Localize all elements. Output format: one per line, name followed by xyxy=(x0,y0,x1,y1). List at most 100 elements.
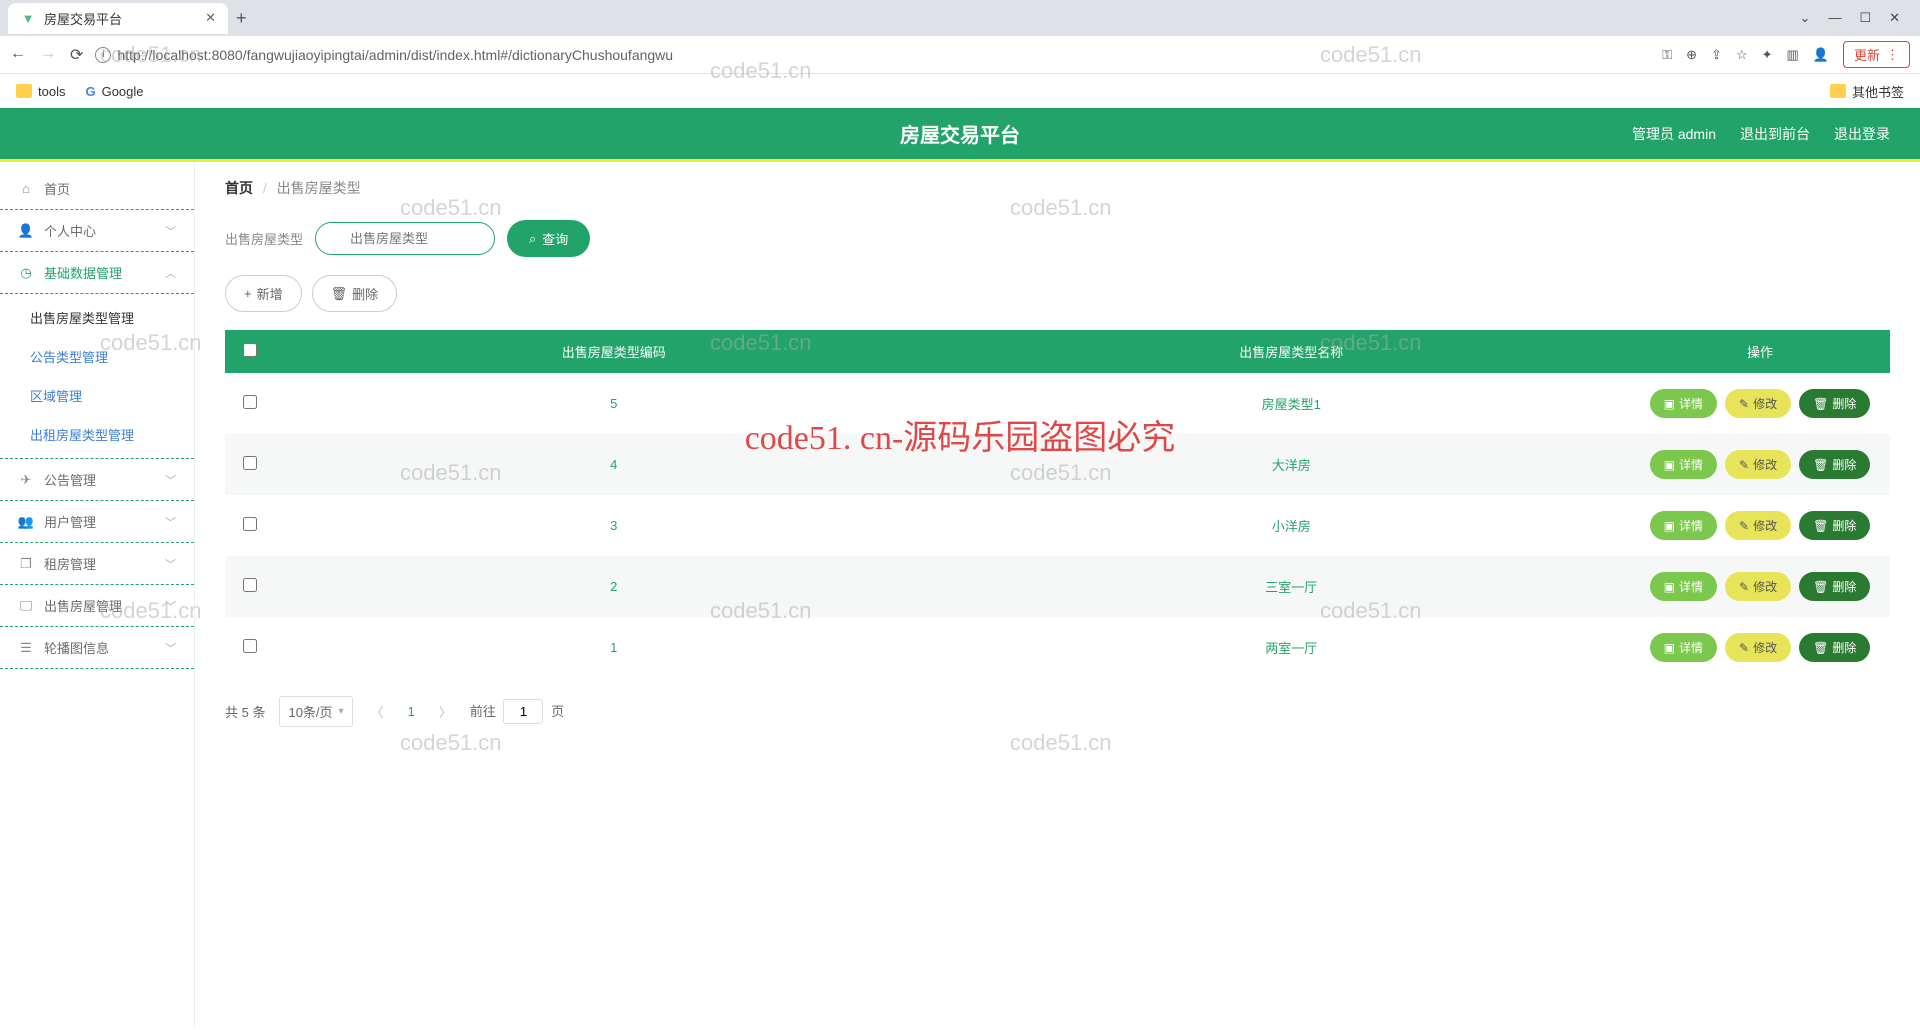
sidebar-item-personal[interactable]: 👤 个人中心 ﹀ xyxy=(0,210,194,252)
query-button[interactable]: ⌕ 查询 xyxy=(507,220,590,257)
sidebar-item-base-data[interactable]: ◷ 基础数据管理 ︿ xyxy=(0,252,194,294)
key-icon[interactable]: ⚿ xyxy=(1662,47,1672,63)
bookmark-other[interactable]: 其他书签 xyxy=(1830,82,1904,101)
info-icon[interactable]: i xyxy=(95,47,111,63)
sidebar-item-label: 出售房屋管理 xyxy=(44,596,122,615)
page-goto-input[interactable] xyxy=(503,699,543,724)
address-bar: ← → ⟳ i http://localhost:8080/fangwujiao… xyxy=(0,36,1920,74)
cell-code: 1 xyxy=(275,617,953,678)
sidebar-item-carousel[interactable]: ☰ 轮播图信息 ﹀ xyxy=(0,627,194,669)
url-field[interactable]: i http://localhost:8080/fangwujiaoyiping… xyxy=(95,47,1650,63)
detail-button[interactable]: ▣详情 xyxy=(1650,511,1717,540)
select-all-checkbox[interactable] xyxy=(243,343,257,357)
profile-icon[interactable]: 👤 xyxy=(1813,47,1829,63)
chevron-down-icon: ▾ xyxy=(339,706,344,717)
sidebar-item-user[interactable]: 👥 用户管理 ﹀ xyxy=(0,501,194,543)
extension-icon[interactable]: ✦ xyxy=(1762,47,1773,63)
search-input[interactable] xyxy=(315,222,495,255)
detail-button[interactable]: ▣详情 xyxy=(1650,389,1717,418)
minimize-icon[interactable]: — xyxy=(1828,10,1841,26)
forward-icon[interactable]: → xyxy=(40,45,56,65)
row-checkbox[interactable] xyxy=(243,578,257,592)
row-checkbox[interactable] xyxy=(243,517,257,531)
edit-icon: ✎ xyxy=(1739,580,1749,594)
new-tab-button[interactable]: + xyxy=(236,8,247,29)
to-front-button[interactable]: 退出到前台 xyxy=(1740,124,1810,144)
breadcrumb: 首页 / 出售房屋类型 xyxy=(225,178,1890,198)
page-prev[interactable]: 〈 xyxy=(367,702,388,721)
close-icon[interactable]: ✕ xyxy=(205,10,216,26)
logout-button[interactable]: 退出登录 xyxy=(1834,124,1890,144)
add-button[interactable]: + 新增 xyxy=(225,275,302,312)
chevron-down-icon: ﹀ xyxy=(165,472,176,488)
page-next[interactable]: 〉 xyxy=(435,702,456,721)
trash-icon: 🗑 xyxy=(1813,519,1828,533)
table-row: 4大洋房▣详情✎修改🗑删除 xyxy=(225,434,1890,495)
sidebar-item-rent[interactable]: ❐ 租房管理 ﹀ xyxy=(0,543,194,585)
detail-button[interactable]: ▣详情 xyxy=(1650,633,1717,662)
breadcrumb-home[interactable]: 首页 xyxy=(225,180,253,196)
main-content: 首页 / 出售房屋类型 出售房屋类型 ⌕ 查询 + 新增 🗑 删除 xyxy=(195,162,1920,1027)
delete-button[interactable]: 🗑 删除 xyxy=(312,275,398,312)
breadcrumb-current: 出售房屋类型 xyxy=(277,180,361,196)
sidebar-item-label: 基础数据管理 xyxy=(44,263,122,282)
zoom-icon[interactable]: ⊕ xyxy=(1686,47,1697,63)
delete-row-button[interactable]: 🗑删除 xyxy=(1799,389,1870,418)
delete-row-button[interactable]: 🗑删除 xyxy=(1799,450,1870,479)
edit-icon: ✎ xyxy=(1739,641,1749,655)
detail-icon: ▣ xyxy=(1664,641,1675,655)
page-size-select[interactable]: 10条/页 ▾ xyxy=(279,696,352,727)
bookmark-google[interactable]: G Google xyxy=(85,84,143,99)
row-checkbox[interactable] xyxy=(243,456,257,470)
sidebar-item-notice[interactable]: ✈ 公告管理 ﹀ xyxy=(0,459,194,501)
edit-button[interactable]: ✎修改 xyxy=(1725,572,1791,601)
cell-code: 5 xyxy=(275,373,953,434)
row-checkbox[interactable] xyxy=(243,395,257,409)
user-label[interactable]: 管理员 admin xyxy=(1632,124,1716,144)
close-window-icon[interactable]: ✕ xyxy=(1889,10,1900,26)
page-current[interactable]: 1 xyxy=(402,704,421,719)
update-button[interactable]: 更新 ⋮ xyxy=(1843,41,1910,68)
share-icon[interactable]: ⇪ xyxy=(1711,47,1722,63)
browser-tab[interactable]: ▼ 房屋交易平台 ✕ xyxy=(8,3,228,34)
star-icon[interactable]: ☆ xyxy=(1736,47,1748,63)
edit-button[interactable]: ✎修改 xyxy=(1725,511,1791,540)
sub-item-sale-type[interactable]: 出售房屋类型管理 xyxy=(0,298,194,337)
edit-button[interactable]: ✎修改 xyxy=(1725,633,1791,662)
table-header-row: 出售房屋类型编码 出售房屋类型名称 操作 xyxy=(225,330,1890,373)
trash-icon: 🗑 xyxy=(331,286,348,302)
sub-item-notice-type[interactable]: 公告类型管理 xyxy=(0,337,194,376)
sidebar-item-home[interactable]: ⌂ 首页 xyxy=(0,168,194,210)
row-checkbox[interactable] xyxy=(243,639,257,653)
copy-icon: ❐ xyxy=(18,556,34,572)
list-icon: ☰ xyxy=(18,640,34,656)
sidebar-item-label: 首页 xyxy=(44,179,70,198)
delete-row-button[interactable]: 🗑删除 xyxy=(1799,572,1870,601)
reload-icon[interactable]: ⟳ xyxy=(70,45,83,65)
maximize-icon[interactable]: ☐ xyxy=(1859,10,1871,26)
panel-icon[interactable]: ▥ xyxy=(1787,47,1799,63)
app-header: 房屋交易平台 管理员 admin 退出到前台 退出登录 xyxy=(0,108,1920,162)
detail-icon: ▣ xyxy=(1664,458,1675,472)
op-cell: ▣详情 ✎修改 🗑删除 xyxy=(1640,450,1880,479)
sub-item-rent-type[interactable]: 出租房屋类型管理 xyxy=(0,415,194,454)
detail-button[interactable]: ▣详情 xyxy=(1650,450,1717,479)
bookmark-tools[interactable]: tools xyxy=(16,84,65,99)
delete-row-button[interactable]: 🗑删除 xyxy=(1799,633,1870,662)
delete-row-button[interactable]: 🗑删除 xyxy=(1799,511,1870,540)
edit-button[interactable]: ✎修改 xyxy=(1725,450,1791,479)
app-title: 房屋交易平台 xyxy=(900,119,1020,148)
chevron-down-icon[interactable]: ⌄ xyxy=(1800,10,1811,26)
edit-button[interactable]: ✎修改 xyxy=(1725,389,1791,418)
op-cell: ▣详情 ✎修改 🗑删除 xyxy=(1640,511,1880,540)
th-code: 出售房屋类型编码 xyxy=(275,330,953,373)
back-icon[interactable]: ← xyxy=(10,45,26,65)
cell-name: 三室一厅 xyxy=(953,556,1631,617)
detail-button[interactable]: ▣详情 xyxy=(1650,572,1717,601)
edit-icon: ✎ xyxy=(1739,458,1749,472)
page-total: 共 5 条 xyxy=(225,702,265,721)
nav-buttons: ← → ⟳ xyxy=(10,45,83,65)
sidebar-item-sale[interactable]: 🖵 出售房屋管理 ﹀ xyxy=(0,585,194,627)
sub-item-area[interactable]: 区域管理 xyxy=(0,376,194,415)
submenu-base-data: 出售房屋类型管理 公告类型管理 区域管理 出租房屋类型管理 xyxy=(0,294,194,459)
